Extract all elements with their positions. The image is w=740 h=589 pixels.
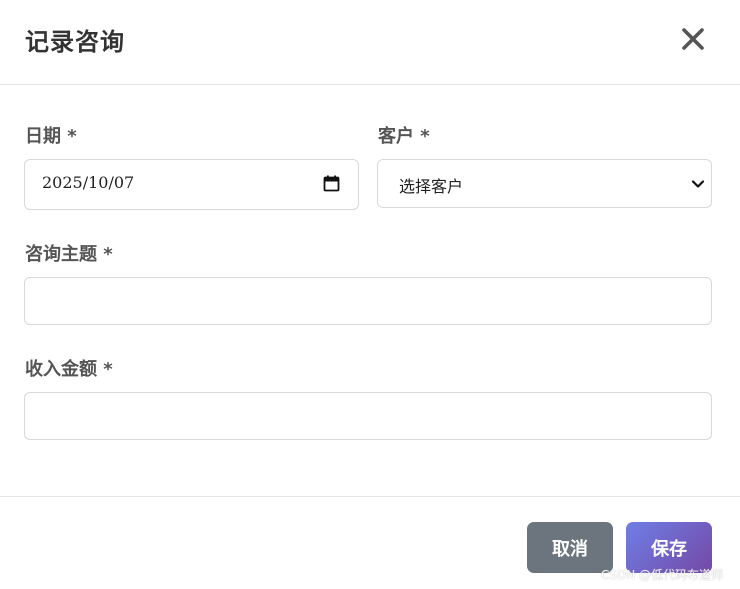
dialog-header: 记录咨询 xyxy=(0,0,740,85)
close-button[interactable] xyxy=(680,26,706,52)
chevron-down-icon xyxy=(691,180,705,188)
subject-label: 咨询主题 * xyxy=(25,244,113,265)
date-value: 2025/10/07 xyxy=(42,173,135,192)
record-consultation-dialog: 记录咨询 日期 * 2025/10/07 客户 * 选择客户 咨询主题 * 收入… xyxy=(0,0,740,589)
date-input[interactable]: 2025/10/07 xyxy=(24,159,359,210)
footer-divider xyxy=(0,496,740,497)
close-icon xyxy=(682,28,704,50)
watermark: CSDN @低代码布道师 xyxy=(601,568,724,582)
dialog-title: 记录咨询 xyxy=(25,28,125,56)
customer-selected-value: 选择客户 xyxy=(399,177,464,196)
date-label: 日期 * xyxy=(25,126,77,147)
customer-label: 客户 * xyxy=(378,126,430,147)
customer-select[interactable]: 选择客户 xyxy=(377,159,712,208)
income-input[interactable] xyxy=(24,392,712,440)
subject-input[interactable] xyxy=(24,277,712,325)
calendar-icon[interactable] xyxy=(323,175,340,192)
income-label: 收入金额 * xyxy=(25,359,113,380)
